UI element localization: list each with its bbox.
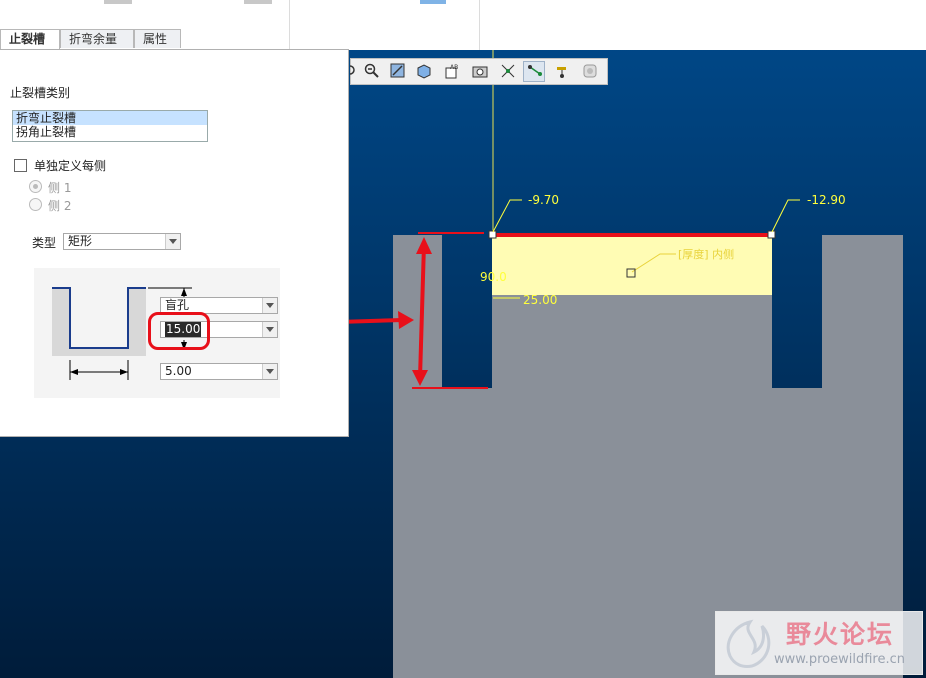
dim-depth[interactable]: 25.00 bbox=[523, 293, 557, 307]
dim-left[interactable]: -9.70 bbox=[528, 193, 559, 207]
dim-angle[interactable]: 90.0 bbox=[480, 270, 507, 284]
top-control-stub bbox=[420, 0, 446, 4]
highlight-box bbox=[148, 312, 210, 350]
drag-handle-left bbox=[488, 230, 497, 239]
refit-icon[interactable] bbox=[387, 61, 409, 82]
width-value: 5.00 bbox=[165, 364, 192, 378]
saved-views-icon[interactable] bbox=[469, 61, 491, 82]
forum-watermark: 野火论坛 www.proewildfire.cn bbox=[715, 611, 923, 675]
datum-point-icon[interactable] bbox=[551, 61, 573, 82]
tab-bend-allowance[interactable]: 折弯余量 bbox=[60, 29, 134, 48]
type-select-value: 矩形 bbox=[68, 234, 93, 248]
svg-text:AB: AB bbox=[450, 64, 458, 71]
bend-highlight-face bbox=[492, 236, 772, 295]
part-left-tab bbox=[393, 235, 442, 388]
watermark-title: 野火论坛 bbox=[786, 620, 895, 649]
datum-display-icon[interactable] bbox=[497, 61, 519, 82]
list-item[interactable]: 拐角止裂槽 bbox=[13, 125, 207, 139]
zoom-partial-icon[interactable] bbox=[347, 61, 357, 82]
chevron-down-icon[interactable] bbox=[262, 322, 277, 337]
tab-relief[interactable]: 止裂槽 bbox=[0, 29, 60, 50]
relief-panel: 止裂槽类别 折弯止裂槽 拐角止裂槽 单独定义每侧 侧 1 侧 2 类型 矩形 盲… bbox=[0, 49, 349, 437]
view-toolbar: AB bbox=[350, 58, 608, 85]
chevron-down-icon[interactable] bbox=[165, 234, 180, 249]
width-value-field[interactable]: 5.00 bbox=[160, 363, 278, 380]
top-control-stub bbox=[244, 0, 272, 4]
datum-axis-icon[interactable] bbox=[523, 61, 545, 82]
view-orient-icon[interactable]: AB bbox=[441, 61, 463, 82]
dialog-tabs: 止裂槽 折弯余量 属性 bbox=[0, 29, 290, 50]
list-item[interactable]: 折弯止裂槽 bbox=[13, 111, 207, 125]
shaded-view-icon[interactable] bbox=[413, 61, 435, 82]
chevron-down-icon[interactable] bbox=[262, 364, 277, 379]
top-control-stub bbox=[104, 0, 132, 4]
side2-radio[interactable] bbox=[29, 198, 42, 211]
drag-handle-right bbox=[767, 230, 776, 239]
watermark-url: www.proewildfire.cn bbox=[774, 652, 905, 667]
flame-logo-icon bbox=[726, 619, 771, 668]
depth-option-value: 盲孔 bbox=[165, 298, 190, 312]
divider bbox=[479, 0, 480, 50]
side2-label: 侧 2 bbox=[48, 199, 72, 213]
chevron-down-icon[interactable] bbox=[262, 298, 277, 313]
side1-radio[interactable] bbox=[29, 180, 42, 193]
part-center-block bbox=[492, 295, 772, 388]
relief-type-list[interactable]: 折弯止裂槽 拐角止裂槽 bbox=[12, 110, 208, 142]
zoom-out-icon[interactable] bbox=[361, 61, 383, 82]
relief-type-label: 止裂槽类别 bbox=[10, 86, 71, 100]
type-label: 类型 bbox=[32, 236, 57, 250]
type-select[interactable]: 矩形 bbox=[63, 233, 181, 250]
thickness-note[interactable]: [厚度] 内侧 bbox=[678, 246, 734, 262]
side1-label: 侧 1 bbox=[48, 181, 72, 195]
dim-right[interactable]: -12.90 bbox=[807, 193, 846, 207]
define-each-side-label: 单独定义每侧 bbox=[34, 159, 107, 173]
part-right-tab bbox=[822, 235, 903, 388]
csys-icon[interactable] bbox=[579, 61, 601, 82]
define-each-side-checkbox[interactable] bbox=[14, 159, 27, 172]
tab-properties[interactable]: 属性 bbox=[134, 29, 181, 48]
